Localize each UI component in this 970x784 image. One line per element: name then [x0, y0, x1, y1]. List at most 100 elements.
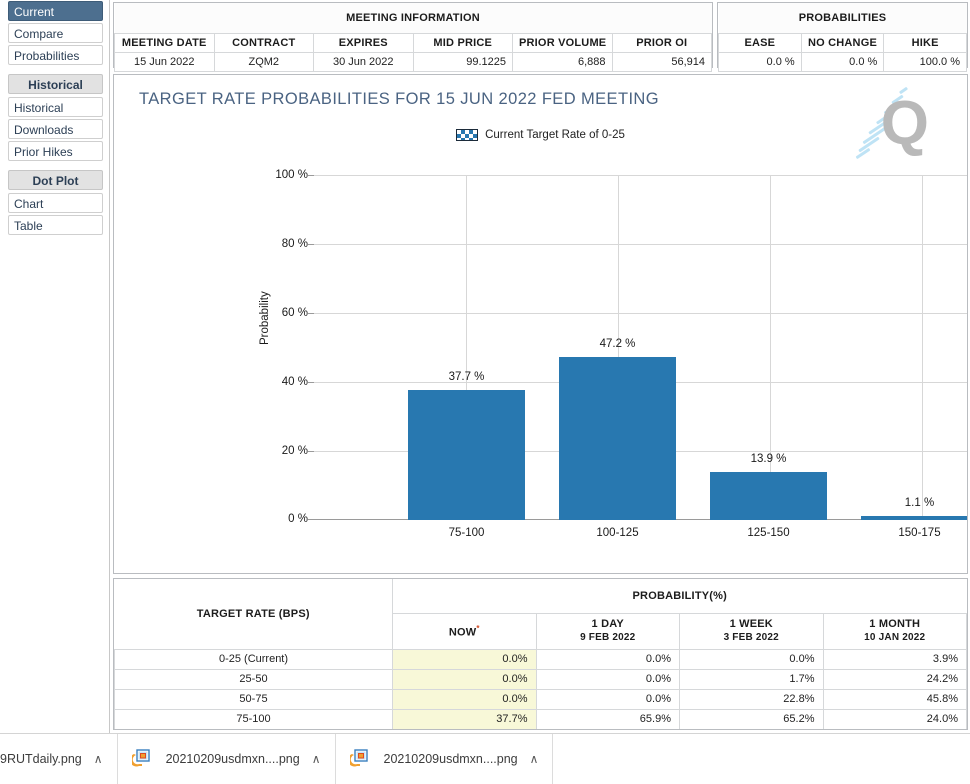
- table-header-row-top: TARGET RATE (BPS) PROBABILITY(%): [115, 579, 967, 613]
- cme-fedwatch-page: Current Compare Probabilities Historical…: [0, 0, 970, 783]
- table-row: 15 Jun 2022 ZQM2 30 Jun 2022 99.1225 6,8…: [115, 52, 712, 71]
- bar-100-125[interactable]: [559, 357, 676, 520]
- sidebar-item-downloads[interactable]: Downloads: [8, 119, 103, 139]
- image-file-icon: [350, 748, 372, 770]
- table-row: 25-50 0.0% 0.0% 1.7% 24.2%: [115, 669, 967, 689]
- cell-1-month: 24.0%: [823, 709, 967, 729]
- cell-ease: 0.0 %: [719, 52, 802, 71]
- column-header-ease: EASE: [719, 33, 802, 52]
- download-item[interactable]: 9RUTdaily.png ∧: [0, 734, 118, 784]
- download-item[interactable]: 20210209usdmxn....png ∧: [118, 734, 336, 784]
- cell-1-day: 0.0%: [536, 649, 680, 669]
- meeting-information-caption: MEETING INFORMATION: [115, 3, 712, 33]
- bar-value-150-175: 1.1 %: [861, 497, 968, 509]
- cell-1-week: 0.0%: [680, 649, 824, 669]
- cme-watermark: Q: [849, 87, 935, 163]
- cell-1-week: 1.7%: [680, 669, 824, 689]
- bar-75-100[interactable]: [408, 390, 525, 520]
- xtick-125-150: 125-150: [710, 527, 827, 539]
- bar-150-175[interactable]: [861, 516, 968, 520]
- cell-meeting-date: 15 Jun 2022: [115, 52, 215, 71]
- vgridline-3: [770, 175, 771, 520]
- cell-1-month: 24.2%: [823, 669, 967, 689]
- sidebar-group-label: Dot Plot: [33, 174, 79, 188]
- ytick-label-80: 80 %: [262, 238, 308, 250]
- chart-y-axis-label: Probability: [259, 291, 271, 345]
- cell-1-month: 45.8%: [823, 689, 967, 709]
- watermark-letter: Q: [881, 93, 929, 155]
- sidebar-item-label: Table: [14, 219, 43, 233]
- column-header-1-day-label: 1 DAY: [592, 618, 624, 630]
- column-header-1-month-date: 10 JAN 2022: [832, 631, 959, 644]
- column-header-now: NOW*: [393, 613, 537, 649]
- sidebar-item-table[interactable]: Table: [8, 215, 103, 235]
- cell-expires: 30 Jun 2022: [314, 52, 414, 71]
- cell-1-month: 3.9%: [823, 649, 967, 669]
- cell-prior-volume: 6,888: [513, 52, 613, 71]
- download-item[interactable]: 20210209usdmxn....png ∧: [336, 734, 554, 784]
- table-row: 75-100 37.7% 65.9% 65.2% 24.0%: [115, 709, 967, 729]
- xtick-100-125: 100-125: [559, 527, 676, 539]
- cell-no-change: 0.0 %: [801, 52, 884, 71]
- meeting-information-table: MEETING INFORMATION MEETING DATE CONTRAC…: [113, 2, 713, 68]
- column-header-hike: HIKE: [884, 33, 967, 52]
- now-asterisk: *: [476, 624, 479, 633]
- bar-125-150[interactable]: [710, 472, 827, 520]
- sidebar-item-chart[interactable]: Chart: [8, 193, 103, 213]
- sidebar-item-label: Compare: [14, 27, 63, 41]
- cell-contract: ZQM2: [214, 52, 314, 71]
- download-file-name: 20210209usdmxn....png: [166, 752, 300, 766]
- column-header-prior-oi: PRIOR OI: [612, 33, 712, 52]
- column-header-1-week-label: 1 WEEK: [730, 618, 773, 630]
- table-header-row: MEETING DATE CONTRACT EXPIRES MID PRICE …: [115, 33, 712, 52]
- cell-target-rate: 25-50: [115, 669, 393, 689]
- column-header-probability-group: PROBABILITY(%): [393, 579, 967, 613]
- ytick-label-100: 100 %: [262, 169, 308, 181]
- sidebar-group-label: Historical: [28, 78, 83, 92]
- cell-hike: 100.0 %: [884, 52, 967, 71]
- sidebar-item-current[interactable]: Current: [8, 1, 103, 21]
- probability-table-panel: TARGET RATE (BPS) PROBABILITY(%) NOW* 1 …: [113, 578, 968, 730]
- column-header-1-week: 1 WEEK 3 FEB 2022: [680, 613, 824, 649]
- cell-now: 0.0%: [393, 649, 537, 669]
- chevron-up-icon[interactable]: ∧: [94, 753, 103, 765]
- chevron-up-icon[interactable]: ∧: [530, 753, 539, 765]
- sidebar-item-compare[interactable]: Compare: [8, 23, 103, 43]
- cell-1-week: 65.2%: [680, 709, 824, 729]
- column-header-1-day-date: 9 FEB 2022: [545, 631, 672, 644]
- browser-download-bar: 9RUTdaily.png ∧ 20210209usdmxn....png ∧: [0, 733, 970, 783]
- gridline-80: [314, 244, 968, 245]
- bar-value-100-125: 47.2 %: [559, 338, 676, 350]
- chart-panel: TARGET RATE PROBABILITIES FOR 15 JUN 202…: [113, 74, 968, 574]
- column-header-1-day: 1 DAY 9 FEB 2022: [536, 613, 680, 649]
- sidebar-item-prior-hikes[interactable]: Prior Hikes: [8, 141, 103, 161]
- sidebar: Current Compare Probabilities Historical…: [0, 0, 110, 733]
- sidebar-item-label: Historical: [14, 101, 63, 115]
- bar-value-75-100: 37.7 %: [408, 371, 525, 383]
- ytick-label-0: 0 %: [262, 513, 308, 525]
- sidebar-item-probabilities[interactable]: Probabilities: [8, 45, 103, 65]
- column-header-1-week-date: 3 FEB 2022: [688, 631, 815, 644]
- probabilities-caption: PROBABILITIES: [719, 3, 967, 33]
- column-header-no-change: NO CHANGE: [801, 33, 884, 52]
- sidebar-item-label: Current: [14, 5, 54, 19]
- chevron-up-icon[interactable]: ∧: [312, 753, 321, 765]
- ytick-label-20: 20 %: [262, 445, 308, 457]
- sidebar-item-label: Chart: [14, 197, 43, 211]
- sidebar-item-label: Probabilities: [14, 49, 79, 63]
- cell-target-rate: 75-100: [115, 709, 393, 729]
- cell-target-rate: 0-25 (Current): [115, 649, 393, 669]
- sidebar-item-label: Downloads: [14, 123, 73, 137]
- download-file-name: 9RUTdaily.png: [0, 752, 82, 766]
- cell-prior-oi: 56,914: [612, 52, 712, 71]
- column-header-prior-volume: PRIOR VOLUME: [513, 33, 613, 52]
- gridline-100: [314, 175, 968, 176]
- column-header-mid-price: MID PRICE: [413, 33, 513, 52]
- chart-plot-area: 37.7 % 47.2 % 13.9 % 1.1 % 75-100 100-12…: [314, 175, 968, 520]
- top-tables-row: MEETING INFORMATION MEETING DATE CONTRAC…: [113, 2, 968, 70]
- gridline-60: [314, 313, 968, 314]
- chart-title: TARGET RATE PROBABILITIES FOR 15 JUN 202…: [139, 90, 659, 109]
- sidebar-item-historical[interactable]: Historical: [8, 97, 103, 117]
- cell-1-day: 0.0%: [536, 689, 680, 709]
- column-header-now-label: NOW: [449, 627, 476, 639]
